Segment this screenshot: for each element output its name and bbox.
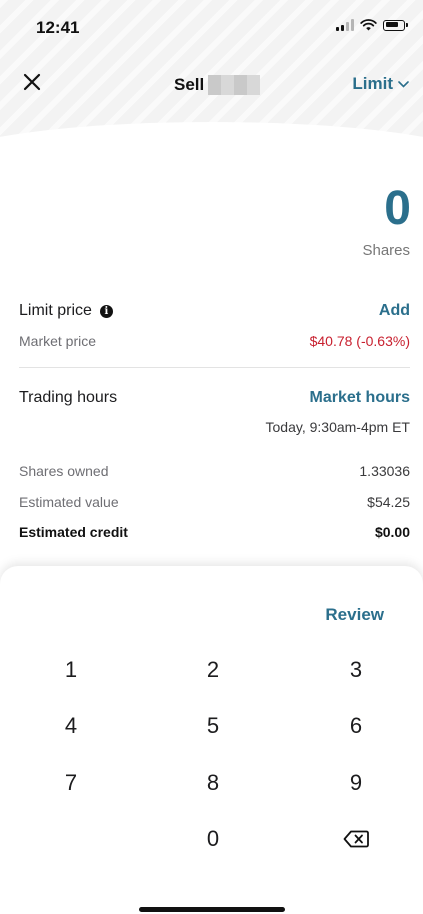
header-curve [0,122,423,165]
cellular-signal-icon [336,19,354,31]
review-button[interactable]: Review [325,605,384,625]
divider [19,367,410,368]
shares-quantity: 0 [384,182,411,235]
backspace-icon [343,830,369,848]
page-title: Sell [174,75,261,95]
key-2[interactable]: 2 [173,648,253,692]
key-3[interactable]: 3 [316,648,396,692]
key-7[interactable]: 7 [31,761,111,805]
shares-owned-value: 1.33036 [359,463,410,479]
close-button[interactable] [20,70,44,94]
order-type-label: Limit [352,74,393,93]
estimated-value-value: $54.25 [367,494,410,510]
key-4[interactable]: 4 [31,704,111,748]
shares-label: Shares [362,242,410,259]
key-8[interactable]: 8 [173,761,253,805]
estimated-value-label: Estimated value [19,494,119,510]
chevron-down-icon [398,80,409,88]
key-6[interactable]: 6 [316,704,396,748]
status-icons [336,19,408,31]
backspace-button[interactable] [316,817,396,861]
battery-icon [383,19,408,31]
limit-price-row: Limit price i [19,302,113,320]
limit-price-label: Limit price [19,302,92,319]
wifi-icon [360,19,377,31]
info-icon[interactable]: i [99,305,113,318]
shares-owned-label: Shares owned [19,463,109,479]
key-9[interactable]: 9 [316,761,396,805]
status-time: 12:41 [36,18,80,37]
home-indicator [139,907,285,912]
title-text: Sell [174,75,205,94]
market-price-label: Market price [19,333,97,349]
key-1[interactable]: 1 [31,648,111,692]
key-0[interactable]: 0 [173,817,253,861]
trading-hours-selector[interactable]: Market hours [310,389,410,407]
close-icon [23,73,41,91]
add-limit-price-button[interactable]: Add [379,302,410,320]
order-type-dropdown[interactable]: Limit [352,74,409,94]
trading-hours-label: Trading hours [19,389,118,406]
redacted-symbol [208,75,261,95]
key-5[interactable]: 5 [173,704,253,748]
estimated-credit-label: Estimated credit [19,524,128,540]
market-price-value: $40.78 (-0.63%) [309,333,410,349]
trading-hours-detail: Today, 9:30am-4pm ET [265,419,410,435]
estimated-credit-value: $0.00 [374,524,410,540]
